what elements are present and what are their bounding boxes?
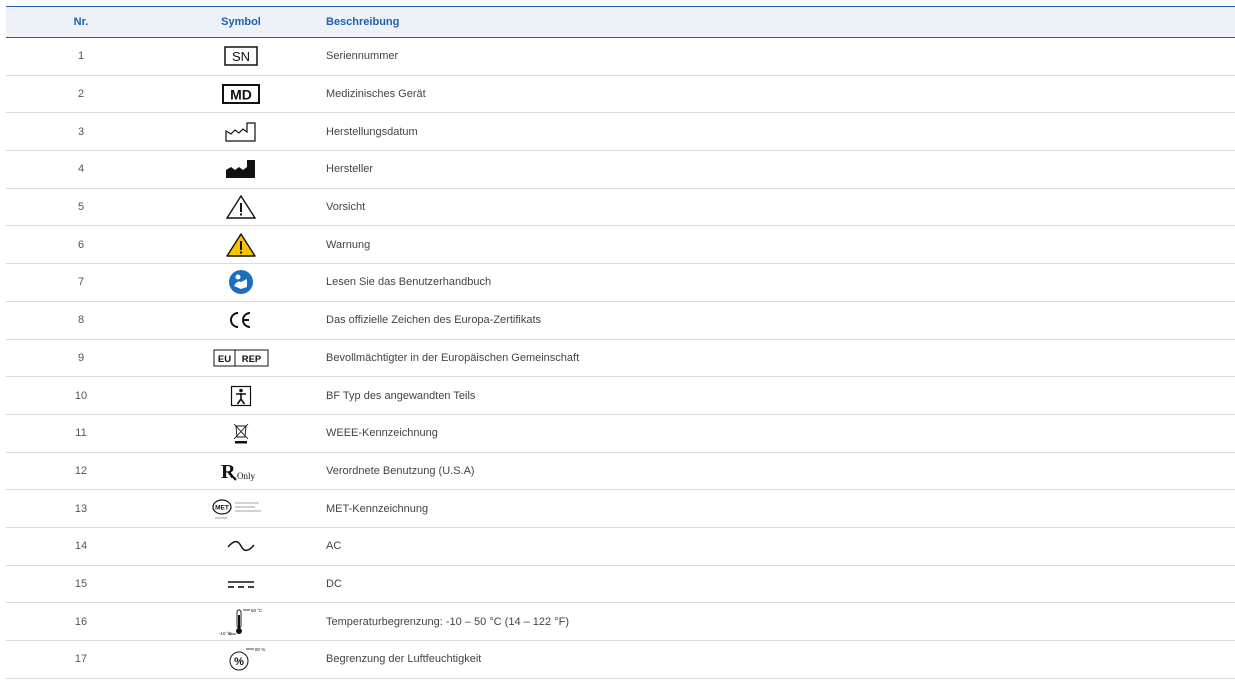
table-row: 7 Lesen Sie das Benutzerhandbuch xyxy=(6,264,1235,302)
row-number: 3 xyxy=(77,125,85,138)
svg-text:REP: REP xyxy=(242,354,262,365)
svg-text:R: R xyxy=(221,461,236,483)
svg-text:%: % xyxy=(234,656,244,668)
row-description: AC xyxy=(326,540,342,553)
row-description: Herstellungsdatum xyxy=(326,125,418,138)
row-description: Begrenzung der Luftfeuchtigkeit xyxy=(326,653,482,666)
svg-text:EU: EU xyxy=(218,354,231,365)
row-number: 12 xyxy=(74,464,88,477)
table-row: 12 R Only Verordnete Benutzung (U.S.A) xyxy=(6,453,1235,491)
header-symbol: Symbol xyxy=(221,16,261,28)
svg-text:MD: MD xyxy=(230,87,252,103)
row-description: BF Typ des angewandten Teils xyxy=(326,389,476,402)
row-number: 15 xyxy=(74,577,88,590)
table-row: 13 MET MET-Kennzeichnung xyxy=(6,490,1235,528)
bf-type-icon xyxy=(211,382,271,410)
table-header: Nr. Symbol Beschreibung xyxy=(6,6,1235,38)
header-nr: Nr. xyxy=(73,16,89,28)
table-row: 5 Vorsicht xyxy=(6,189,1235,227)
ac-icon xyxy=(211,532,271,560)
table-row: 4 Hersteller xyxy=(6,151,1235,189)
row-number: 16 xyxy=(74,615,88,628)
table-row: 16 50 °C -10 °C Temperaturbegrenzung: -10… xyxy=(6,603,1235,641)
table-row: 8 Das offizielle Zeichen des Europa-Zert… xyxy=(6,302,1235,340)
svg-text:Only: Only xyxy=(237,471,256,481)
row-number: 6 xyxy=(77,238,85,251)
svg-text:80 %: 80 % xyxy=(255,647,265,652)
row-number: 13 xyxy=(74,502,88,515)
row-description: Lesen Sie das Benutzerhandbuch xyxy=(326,276,492,289)
row-description: Bevollmächtigter in der Europäischen Gem… xyxy=(326,351,580,364)
table-row: 3 Herstellungsdatum xyxy=(6,113,1235,152)
table-row: 14 AC xyxy=(6,528,1235,566)
table-row: 1 SN Seriennummer xyxy=(6,38,1235,76)
row-description: Warnung xyxy=(326,238,371,251)
table-row: 9 EU REP Bevollmächtigter in der Europäis… xyxy=(6,340,1235,378)
row-number: 9 xyxy=(77,351,85,364)
row-description: DC xyxy=(326,577,342,590)
svg-text:-10 °C: -10 °C xyxy=(219,631,233,636)
row-number: 11 xyxy=(75,427,87,440)
row-description: Verordnete Benutzung (U.S.A) xyxy=(326,464,475,477)
row-description: Seriennummer xyxy=(326,50,399,63)
row-number: 5 xyxy=(77,201,85,214)
row-number: 17 xyxy=(74,653,88,666)
row-number: 8 xyxy=(77,314,85,327)
row-description: MET-Kennzeichnung xyxy=(326,502,429,515)
caution-icon xyxy=(211,193,271,221)
row-description: WEEE-Kennzeichnung xyxy=(326,427,438,440)
table-row: 6 Warnung xyxy=(6,226,1235,265)
row-description: Temperaturbegrenzung: -10 – 50 °C (14 – … xyxy=(326,615,569,628)
eu-rep-icon: EU REP xyxy=(211,344,271,372)
table-row: 15 DC xyxy=(6,566,1235,604)
row-description: Vorsicht xyxy=(326,201,366,214)
row-number: 2 xyxy=(77,88,85,101)
header-description: Beschreibung xyxy=(326,16,400,28)
row-number: 14 xyxy=(74,540,88,553)
row-number: 1 xyxy=(77,50,85,63)
table-row: 11 WEEE-Kennzeichnung xyxy=(6,415,1235,453)
table-row: 10 BF Typ des angewandten Teils xyxy=(6,377,1235,415)
manufacturer-icon xyxy=(211,155,271,183)
svg-text:MET: MET xyxy=(215,504,229,511)
weee-icon xyxy=(211,419,271,447)
date-of-manufacture-icon xyxy=(211,118,271,146)
dc-icon xyxy=(211,570,271,598)
svg-text:50 °C: 50 °C xyxy=(251,608,263,613)
rx-only-icon: R Only xyxy=(211,457,271,485)
read-manual-icon xyxy=(211,268,271,296)
md-icon: MD xyxy=(211,80,271,108)
row-number: 10 xyxy=(74,389,88,402)
temperature-limit-icon: 50 °C -10 °C xyxy=(211,608,271,636)
row-description: Hersteller xyxy=(326,163,374,176)
row-description: Medizinisches Gerät xyxy=(326,88,426,101)
table-row: 17 % 80 % Begrenzung der Luftfeuchtigkeit xyxy=(6,641,1235,679)
symbol-table: Nr. Symbol Beschreibung 1 SN Seriennumme… xyxy=(6,6,1235,679)
row-number: 4 xyxy=(77,163,85,176)
warning-icon xyxy=(211,231,271,259)
met-mark-icon: MET xyxy=(211,495,271,523)
svg-text:SN: SN xyxy=(232,49,250,64)
row-description: Das offizielle Zeichen des Europa-Zertif… xyxy=(326,314,542,327)
humidity-limit-icon: % 80 % xyxy=(211,645,271,673)
table-row: 2 MD Medizinisches Gerät xyxy=(6,76,1235,114)
ce-mark-icon xyxy=(211,306,271,334)
row-number: 7 xyxy=(77,276,85,289)
sn-icon: SN xyxy=(211,42,271,70)
